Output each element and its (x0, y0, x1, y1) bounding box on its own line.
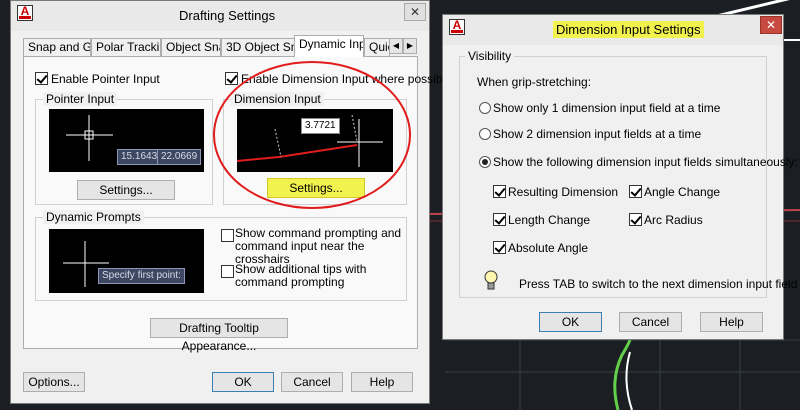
enable-pointer-input-checkbox[interactable] (35, 72, 48, 85)
radio-show-following-fields-label: Show the following dimension input field… (493, 155, 798, 169)
absolute-angle-checkbox[interactable] (493, 241, 506, 254)
arc-radius-checkbox[interactable] (629, 213, 642, 226)
drafting-tooltip-appearance-button[interactable]: Drafting Tooltip Appearance... (150, 318, 288, 353)
tab-quick-properties[interactable]: Quic (364, 38, 390, 56)
options-button[interactable]: Options... (23, 372, 85, 392)
tab-scroll-left-button[interactable]: ◀ (389, 38, 403, 54)
radio-show-two-fields-label: Show 2 dimension input fields at a time (493, 127, 702, 141)
visibility-group (459, 56, 767, 298)
close-button[interactable]: ✕ (404, 3, 426, 21)
pointer-x-coordinate: 15.1643 (117, 149, 162, 165)
arc-radius-label: Arc Radius (644, 213, 703, 227)
resulting-dimension-checkbox[interactable] (493, 185, 506, 198)
radio-show-one-field[interactable] (479, 102, 491, 114)
tab-scroll-right-button[interactable]: ▶ (403, 38, 417, 54)
radio-show-two-fields[interactable] (479, 128, 491, 140)
pointer-y-coordinate: 22.0669 (157, 149, 202, 165)
show-command-prompting-checkbox[interactable] (221, 229, 234, 242)
ok-button[interactable]: OK (212, 372, 274, 392)
length-change-label: Length Change (508, 213, 591, 227)
tab-3d-object-snap[interactable]: 3D Object Snap (221, 38, 295, 56)
dynamic-prompts-preview: Specify first point: (49, 229, 204, 293)
pointer-input-group-title: Pointer Input (43, 92, 118, 106)
annotation-red-circle (213, 61, 411, 209)
dim-window-title: Dimension Input Settings (553, 21, 704, 38)
drafting-settings-window: A Drafting Settings ✕ Snap and Grid Pola… (10, 0, 452, 404)
tab-snap-and-grid[interactable]: Snap and Grid (23, 38, 91, 56)
when-grip-stretching-label: When grip-stretching: (477, 75, 592, 89)
enable-pointer-input-label: Enable Pointer Input (51, 72, 160, 86)
dim-title-bar: A Dimension Input Settings ✕ (443, 15, 783, 45)
absolute-angle-label: Absolute Angle (508, 241, 589, 255)
pointer-settings-button[interactable]: Settings... (77, 180, 175, 200)
prompt-tooltip: Specify first point: (98, 268, 185, 284)
angle-change-label: Angle Change (644, 185, 721, 199)
tab-dynamic-input[interactable]: Dynamic Input (294, 35, 364, 57)
length-change-checkbox[interactable] (493, 213, 506, 226)
dim-help-button[interactable]: Help (700, 312, 763, 332)
dynamic-prompts-group-title: Dynamic Prompts (43, 210, 144, 224)
radio-show-one-field-label: Show only 1 dimension input field at a t… (493, 101, 721, 115)
tab-tip-text: Press TAB to switch to the next dimensio… (519, 277, 798, 291)
help-button[interactable]: Help (351, 372, 413, 392)
show-additional-tips-checkbox[interactable] (221, 265, 234, 278)
visibility-group-title: Visibility (465, 49, 515, 63)
dim-close-button[interactable]: ✕ (760, 16, 782, 34)
resulting-dimension-label: Resulting Dimension (508, 185, 619, 199)
angle-change-checkbox[interactable] (629, 185, 642, 198)
show-command-prompting-label: Show command prompting and command input… (235, 226, 402, 266)
autocad-app-icon: A (17, 4, 33, 21)
dim-cancel-button[interactable]: Cancel (619, 312, 682, 332)
pointer-input-preview: 15.1643 22.0669 (49, 109, 204, 172)
show-additional-tips-label: Show additional tips with command prompt… (235, 262, 367, 289)
window-title: Drafting Settings (179, 8, 276, 23)
title-bar: A Drafting Settings ✕ (11, 1, 429, 31)
cancel-button[interactable]: Cancel (281, 372, 343, 392)
dim-autocad-app-icon: A (449, 18, 465, 35)
dimension-input-settings-window: A Dimension Input Settings ✕ Visibility … (442, 14, 798, 340)
dim-ok-button[interactable]: OK (539, 312, 602, 332)
tab-polar-tracking[interactable]: Polar Tracking (91, 38, 161, 56)
tab-object-snap[interactable]: Object Snap (161, 38, 221, 56)
radio-show-following-fields[interactable] (479, 156, 491, 168)
lightbulb-icon (484, 270, 498, 290)
